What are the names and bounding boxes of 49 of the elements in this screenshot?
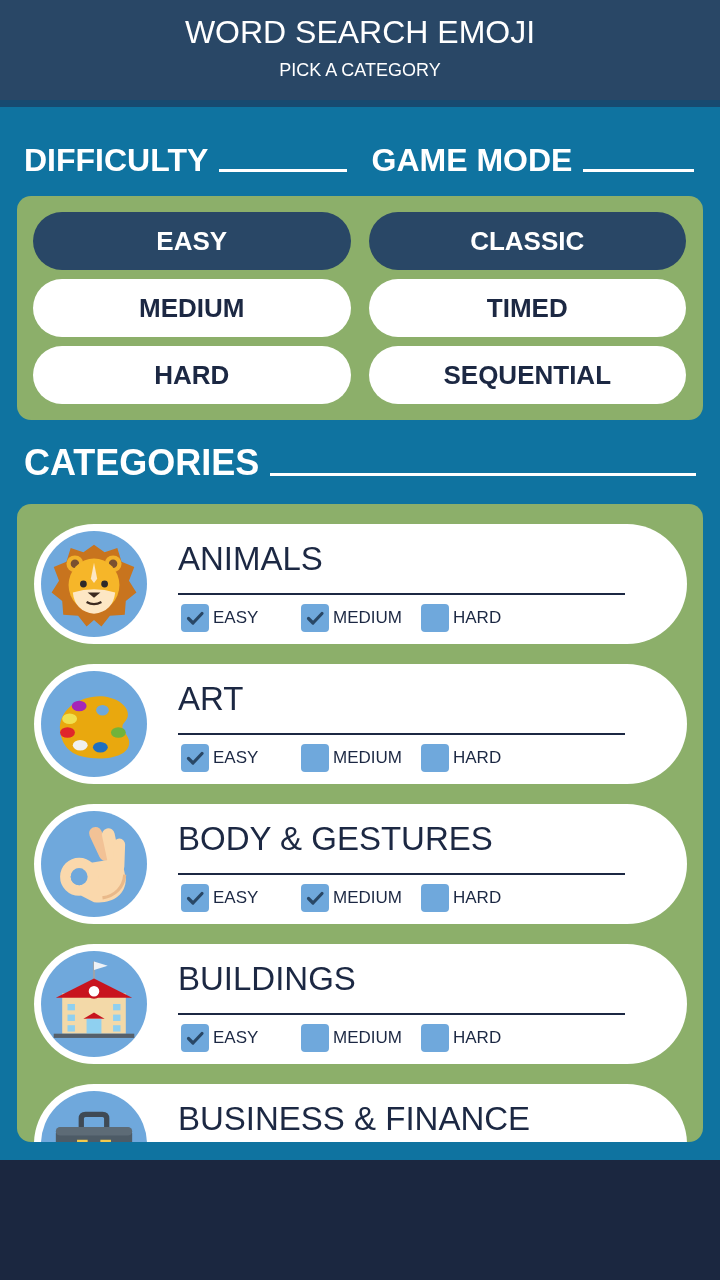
lion-icon bbox=[41, 531, 147, 637]
mode-button[interactable]: TIMED bbox=[368, 279, 686, 337]
checkbox-label: MEDIUM bbox=[333, 747, 402, 769]
checkbox-label: HARD bbox=[453, 1027, 502, 1049]
app-subtitle: PICK A CATEGORY bbox=[279, 59, 441, 81]
category-card[interactable]: BUSINESS & FINANCE bbox=[34, 1084, 687, 1142]
checkbox[interactable] bbox=[421, 1024, 449, 1052]
section-heading: GAME MODE bbox=[371, 141, 573, 180]
checkbox-label: MEDIUM bbox=[333, 607, 402, 629]
category-title: ART bbox=[178, 679, 244, 719]
checkbox[interactable] bbox=[301, 884, 329, 912]
checkbox[interactable] bbox=[181, 884, 209, 912]
checkbox[interactable] bbox=[421, 744, 449, 772]
section-heading: DIFFICULTY bbox=[24, 141, 209, 180]
difficulty-button[interactable]: HARD bbox=[33, 346, 351, 404]
category-card[interactable]: ANIMALS EASY MEDIUM HARD bbox=[34, 524, 687, 644]
checkbox[interactable] bbox=[421, 604, 449, 632]
category-card[interactable]: BUILDINGS EASY MEDIUM HARD bbox=[34, 944, 687, 1064]
checkbox-label: MEDIUM bbox=[333, 887, 402, 909]
category-title: ANIMALS bbox=[178, 539, 323, 579]
checkbox[interactable] bbox=[181, 1024, 209, 1052]
section-heading: CATEGORIES bbox=[24, 441, 260, 485]
checkbox-label: EASY bbox=[213, 607, 259, 629]
checkbox-label: HARD bbox=[453, 607, 502, 629]
checkbox[interactable] bbox=[421, 884, 449, 912]
difficulty-button[interactable]: MEDIUM bbox=[33, 279, 351, 337]
app-title: WORD SEARCH EMOJI bbox=[184, 13, 536, 51]
checkbox[interactable] bbox=[301, 744, 329, 772]
difficulty-button[interactable]: EASY bbox=[33, 212, 351, 270]
category-title: BUSINESS & FINANCE bbox=[178, 1099, 531, 1139]
checkbox-label: EASY bbox=[213, 747, 259, 769]
checkbox-label: HARD bbox=[453, 747, 502, 769]
ok-hand-icon bbox=[41, 811, 147, 917]
checkbox-label: EASY bbox=[213, 1027, 259, 1049]
category-title: BUILDINGS bbox=[178, 959, 356, 999]
checkbox-label: MEDIUM bbox=[333, 1027, 402, 1049]
checkbox[interactable] bbox=[181, 744, 209, 772]
checkbox[interactable] bbox=[181, 604, 209, 632]
checkbox[interactable] bbox=[301, 604, 329, 632]
palette-icon bbox=[41, 671, 147, 777]
category-card[interactable]: BODY & GESTURES EASY MEDIUM HARD bbox=[34, 804, 687, 924]
mode-button[interactable]: SEQUENTIAL bbox=[368, 346, 686, 404]
category-title: BODY & GESTURES bbox=[178, 819, 493, 859]
checkbox-label: HARD bbox=[453, 887, 502, 909]
category-card[interactable]: ART EASY MEDIUM HARD bbox=[34, 664, 687, 784]
mode-button[interactable]: CLASSIC bbox=[368, 212, 686, 270]
checkbox-label: EASY bbox=[213, 887, 259, 909]
checkbox[interactable] bbox=[301, 1024, 329, 1052]
school-icon bbox=[41, 951, 147, 1057]
